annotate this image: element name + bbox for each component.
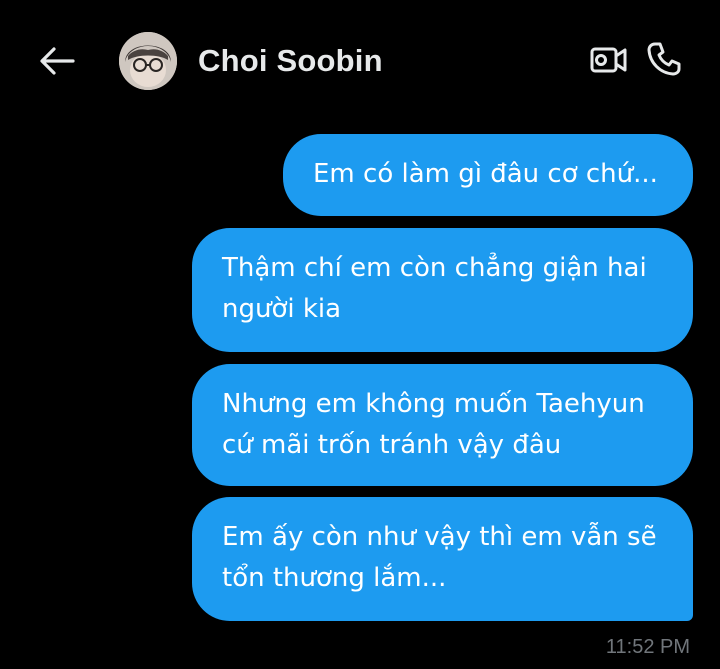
conversation-header: Choi Soobin bbox=[0, 0, 720, 120]
phone-icon bbox=[647, 42, 681, 76]
arrow-left-icon bbox=[40, 47, 75, 75]
message-bubble[interactable]: Em ấy còn như vậy thì em vẫn sẽ tổn thươ… bbox=[192, 497, 693, 621]
voice-call-button[interactable] bbox=[643, 38, 685, 80]
avatar[interactable] bbox=[119, 32, 177, 90]
avatar-image bbox=[119, 32, 177, 90]
contact-name[interactable]: Choi Soobin bbox=[198, 43, 383, 79]
message-text: Nhưng em không muốn Taehyun cứ mãi trốn … bbox=[222, 389, 645, 460]
back-button[interactable] bbox=[36, 40, 78, 82]
message-text: Em có làm gì đâu cơ chứ... bbox=[313, 159, 658, 189]
message-text: Thậm chí em còn chẳng giận hai người kia bbox=[222, 253, 647, 324]
message-bubble[interactable]: Em có làm gì đâu cơ chứ... bbox=[283, 134, 693, 216]
message-bubble[interactable]: Thậm chí em còn chẳng giận hai người kia bbox=[192, 228, 693, 352]
message-text: Em ấy còn như vậy thì em vẫn sẽ tổn thươ… bbox=[222, 522, 657, 593]
message-bubble[interactable]: Nhưng em không muốn Taehyun cứ mãi trốn … bbox=[192, 364, 693, 486]
message-timestamp: 11:52 PM bbox=[605, 636, 690, 658]
video-camera-icon bbox=[590, 47, 627, 73]
dm-conversation-screen: Choi Soobin Em có làm gì đâu cơ chứ... T… bbox=[0, 0, 720, 669]
video-call-button[interactable] bbox=[588, 42, 630, 78]
